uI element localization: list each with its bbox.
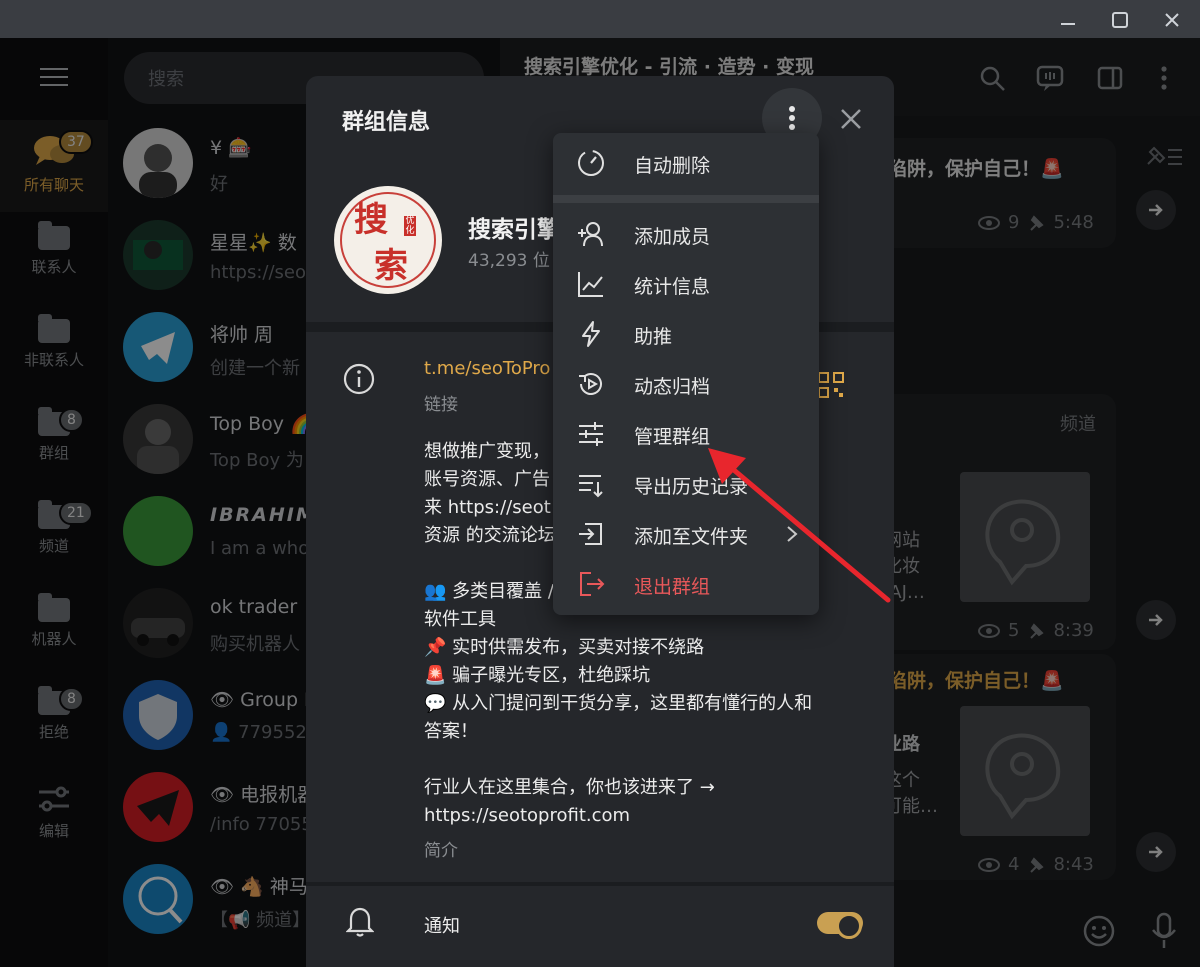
- menu-item-label: 添加至文件夹: [634, 526, 749, 548]
- menu-item-manage-group[interactable]: 管理群组: [553, 409, 819, 459]
- menu-item-add-to-folder[interactable]: 添加至文件夹: [553, 509, 819, 559]
- more-vertical-icon: [789, 106, 795, 130]
- group-avatar[interactable]: 搜 索 优化: [334, 186, 442, 294]
- close-window-button[interactable]: [1152, 6, 1192, 34]
- group-options-menu: 自动删除 添加成员 统计信息 助推 动态归档 管理群组 导出历史记录 添加至文件…: [553, 133, 819, 615]
- menu-item-label: 导出历史记录: [634, 476, 749, 498]
- menu-item-label: 自动删除: [634, 155, 711, 177]
- minimize-icon: [1061, 23, 1075, 25]
- menu-item-label: 助推: [634, 326, 673, 348]
- notifications-toggle[interactable]: [817, 912, 863, 939]
- group-name: 搜索引擎: [468, 217, 560, 243]
- menu-item-label: 动态归档: [634, 376, 711, 398]
- member-count: 43,293 位: [468, 251, 550, 271]
- notifications-label: 通知: [424, 916, 460, 937]
- close-icon[interactable]: [836, 104, 866, 134]
- archive-icon: [579, 373, 602, 395]
- folder-add-icon: [579, 523, 602, 545]
- add-user-icon: [578, 222, 603, 247]
- boost-icon: [582, 321, 600, 347]
- menu-item-statistics[interactable]: 统计信息: [553, 259, 819, 309]
- minimize-button[interactable]: [1048, 6, 1088, 34]
- menu-item-label: 统计信息: [634, 276, 711, 298]
- export-icon: [579, 475, 603, 498]
- maximize-icon: [1112, 12, 1128, 28]
- link-label: 链接: [424, 395, 458, 415]
- description-label: 简介: [424, 841, 458, 861]
- leave-icon: [580, 572, 605, 596]
- timer-icon: [578, 150, 604, 176]
- menu-item-label: 添加成员: [634, 226, 711, 248]
- group-link[interactable]: t.me/seoToPro: [424, 358, 550, 379]
- window-titlebar: [0, 0, 1200, 38]
- chevron-right-icon: [787, 526, 798, 542]
- maximize-button[interactable]: [1100, 6, 1140, 34]
- menu-item-leave-group[interactable]: 退出群组: [553, 559, 819, 609]
- menu-item-auto-delete[interactable]: 自动删除: [553, 138, 819, 188]
- close-icon: [1165, 13, 1179, 27]
- menu-item-stories-archive[interactable]: 动态归档: [553, 359, 819, 409]
- menu-divider: [553, 195, 819, 203]
- section-divider: [306, 882, 894, 886]
- avatar-char: 搜: [354, 200, 388, 240]
- menu-item-label: 管理群组: [634, 426, 711, 448]
- menu-item-label: 退出群组: [634, 576, 711, 598]
- sliders-icon: [579, 422, 603, 446]
- dialog-title: 群组信息: [342, 110, 431, 135]
- info-icon: [343, 363, 375, 395]
- menu-item-add-members[interactable]: 添加成员: [553, 209, 819, 259]
- menu-item-export-history[interactable]: 导出历史记录: [553, 459, 819, 509]
- bell-icon: [346, 907, 374, 937]
- qr-code-icon[interactable]: [818, 372, 844, 398]
- menu-item-boost[interactable]: 助推: [553, 309, 819, 359]
- avatar-seal: 优化: [404, 216, 416, 236]
- avatar-char: 索: [374, 246, 408, 286]
- stats-icon: [578, 272, 603, 297]
